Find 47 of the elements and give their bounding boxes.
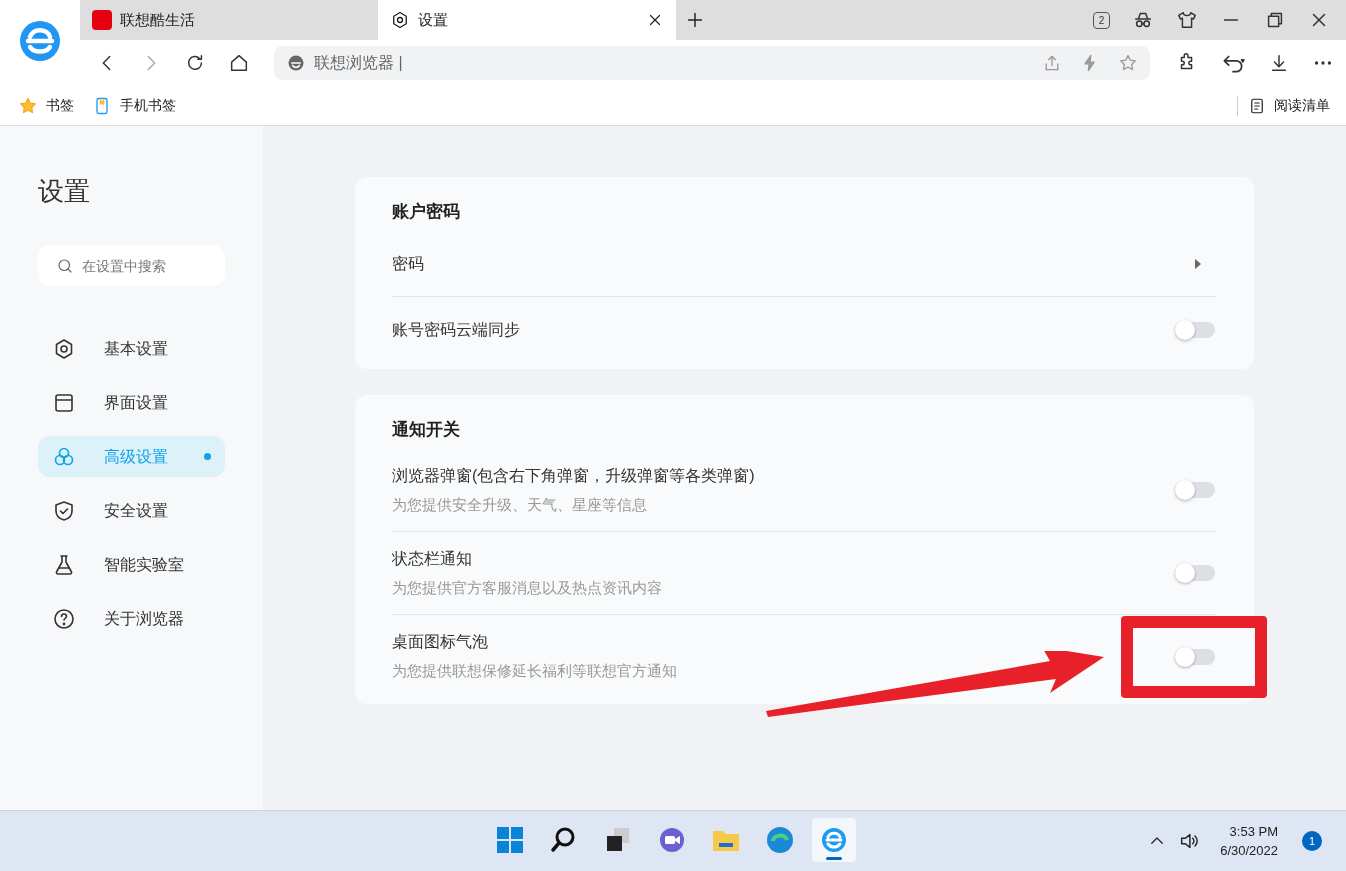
clock-date: 6/30/2022 [1220, 842, 1278, 860]
document-icon [1248, 96, 1266, 115]
setting-label: 浏览器弹窗(包含右下角弹窗，升级弹窗等各类弹窗) [392, 465, 756, 486]
toggle-switch[interactable] [1175, 565, 1215, 581]
clock-time: 3:53 PM [1229, 823, 1278, 841]
setting-description: 为您提供安全升级、天气、星座等信息 [392, 494, 648, 515]
home-icon[interactable] [228, 52, 250, 74]
site-name: 联想浏览器 | [314, 53, 403, 73]
setting-label: 密码 [392, 253, 425, 274]
chat-icon[interactable] [657, 825, 687, 855]
gear-icon [390, 10, 410, 30]
notification-badge[interactable]: 1 [1302, 831, 1322, 851]
setting-label: 桌面图标气泡 [392, 632, 489, 653]
bookmark-item[interactable]: 手机书签 [92, 95, 176, 116]
setting-description: 为您提供联想保修延长福利等联想官方通知 [392, 661, 678, 682]
help-icon [52, 606, 76, 631]
toggle-switch[interactable] [1175, 482, 1215, 498]
taskbar-button[interactable] [812, 818, 856, 862]
clock[interactable]: 3:53 PM 6/30/2022 [1220, 822, 1278, 860]
settings-title: 设置 [38, 175, 91, 208]
sidebar-item[interactable]: 关于浏览器 [38, 598, 225, 639]
star-icon[interactable] [1118, 53, 1138, 73]
toggle-switch[interactable] [1175, 648, 1215, 665]
search-field[interactable]: 在设置中搜索 [38, 245, 225, 286]
expand-arrow-icon[interactable] [1195, 258, 1201, 269]
shield-icon [52, 498, 76, 523]
setting-description: 为您提供官方客服消息以及热点资讯内容 [392, 577, 663, 598]
setting-label: 账号密码云端同步 [392, 320, 521, 340]
windows-logo-icon[interactable] [495, 825, 525, 855]
tab-count-button[interactable]: 2 [1093, 11, 1110, 29]
toggle-switch[interactable] [1175, 322, 1215, 338]
sidebar-item[interactable]: 界面设置 [38, 382, 225, 423]
bookmark-item[interactable]: 书签 [18, 95, 74, 116]
setting-label: 状态栏通知 [392, 548, 473, 569]
section-title: 通知开关 [392, 419, 461, 441]
site-favicon-icon [92, 10, 112, 30]
browser-tab[interactable]: 设置 [378, 0, 676, 40]
star-icon [18, 95, 38, 116]
browser-tab[interactable]: 联想酷生活 [80, 0, 378, 40]
sidebar-item[interactable]: 基本设置 [38, 328, 225, 369]
search-icon [56, 257, 74, 275]
address-bar[interactable]: 联想浏览器 | [274, 46, 1150, 80]
sidebar-item[interactable]: 智能实验室 [38, 544, 225, 585]
sidebar-item[interactable]: 安全设置 [38, 490, 225, 531]
section-title: 账户密码 [392, 201, 461, 223]
shirt-icon[interactable] [1176, 9, 1198, 31]
reading-list-button[interactable]: 阅读清单 [1248, 95, 1330, 116]
